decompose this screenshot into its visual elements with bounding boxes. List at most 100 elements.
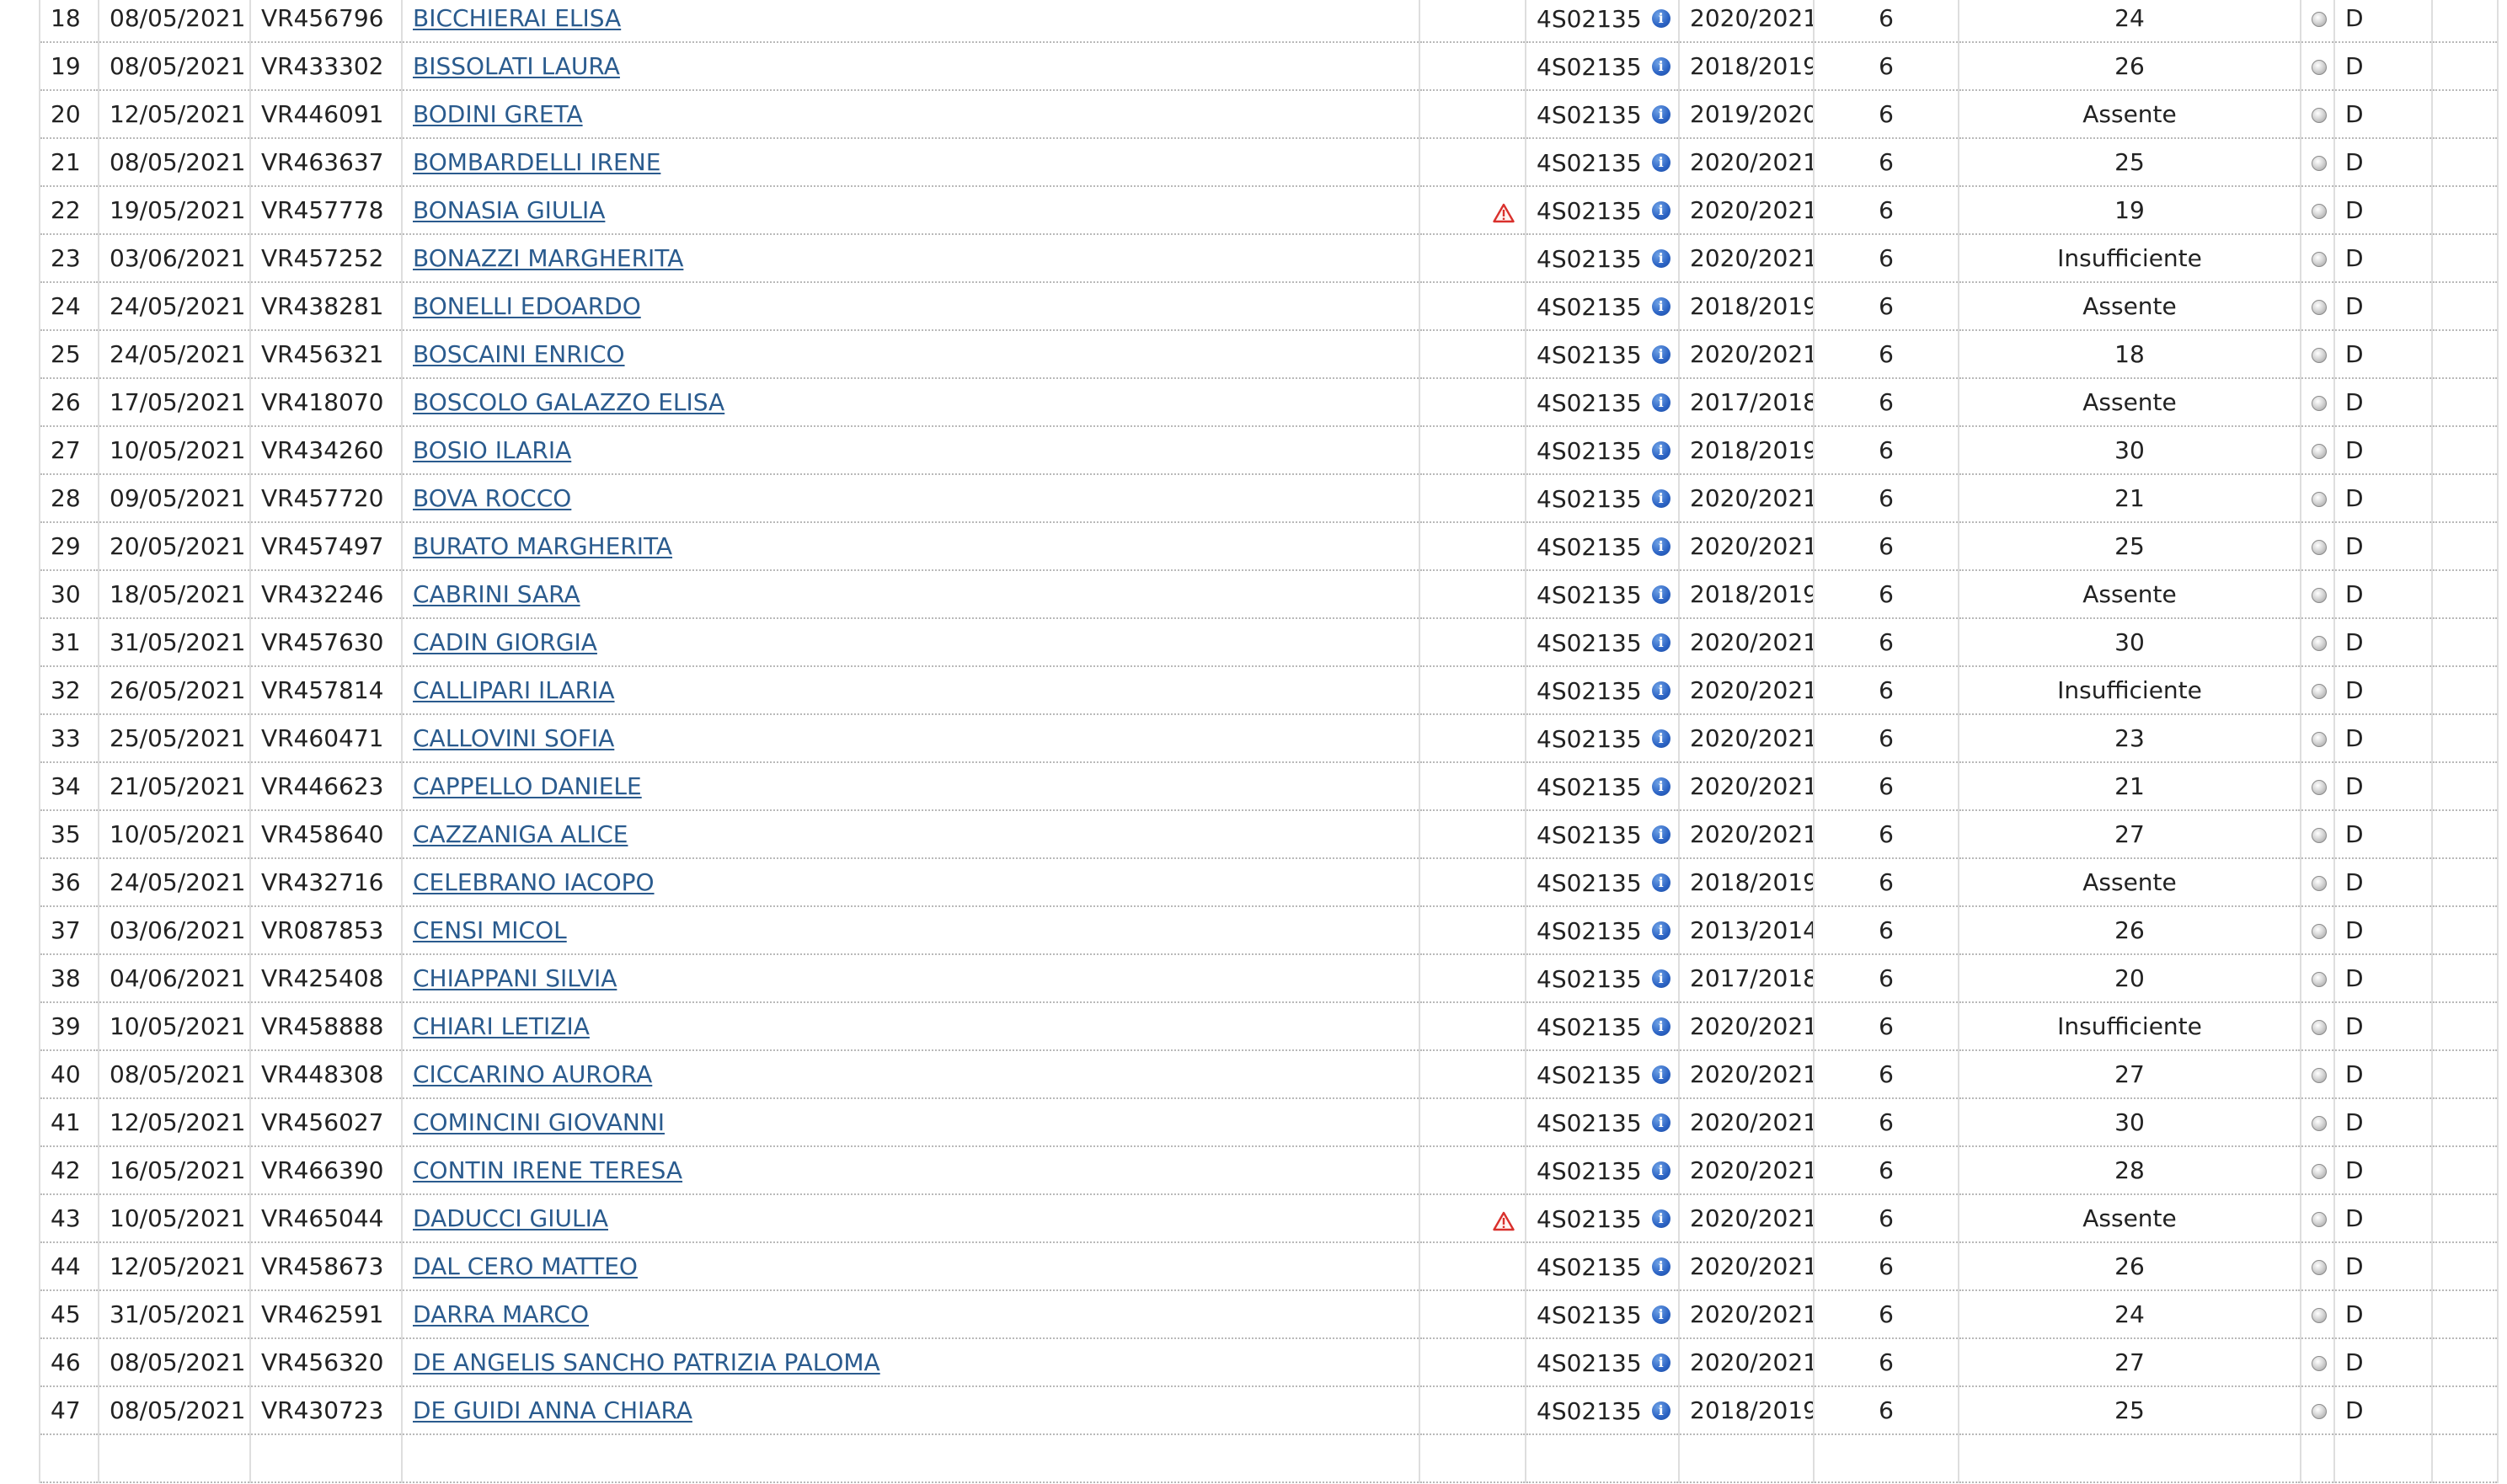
credits: 6 <box>1813 1241 1959 1291</box>
info-icon[interactable]: i <box>1651 1065 1670 1085</box>
radio-icon[interactable] <box>2312 60 2327 75</box>
info-icon[interactable]: i <box>1651 345 1670 365</box>
radio-icon[interactable] <box>2312 492 2327 507</box>
row-number: 38 <box>39 953 99 1003</box>
student-name-link[interactable]: BICCHIERAI ELISA <box>413 4 621 32</box>
student-name-link[interactable]: BONELLI EDOARDO <box>413 292 641 320</box>
warning-cell <box>1419 473 1526 523</box>
student-name-link[interactable]: CHIARI LETIZIA <box>413 1012 590 1040</box>
info-icon[interactable]: i <box>1651 777 1670 797</box>
student-name-link[interactable]: COMINCINI GIOVANNI <box>413 1108 665 1136</box>
table-row: 44 12/05/2021 VR458673 DAL CERO MATTEO 4… <box>39 1241 2499 1291</box>
student-name-link[interactable]: CABRINI SARA <box>413 580 580 608</box>
radio-icon[interactable] <box>2312 1404 2327 1419</box>
student-name-link[interactable]: BOSCOLO GALAZZO ELISA <box>413 388 724 416</box>
info-icon[interactable]: i <box>1651 1209 1670 1229</box>
radio-icon[interactable] <box>2312 972 2327 987</box>
info-icon[interactable]: i <box>1651 1113 1670 1133</box>
info-icon[interactable]: i <box>1651 825 1670 845</box>
info-icon[interactable]: i <box>1651 105 1670 125</box>
radio-icon[interactable] <box>2312 636 2327 651</box>
student-name-link[interactable]: CONTIN IRENE TERESA <box>413 1156 682 1184</box>
radio-icon[interactable] <box>2312 588 2327 603</box>
radio-icon[interactable] <box>2312 828 2327 843</box>
radio-icon[interactable] <box>2312 1356 2327 1371</box>
radio-icon[interactable] <box>2312 1164 2327 1179</box>
student-name-link[interactable]: CAZZANIGA ALICE <box>413 820 628 848</box>
info-icon[interactable]: i <box>1651 1305 1670 1325</box>
radio-icon[interactable] <box>2312 204 2327 219</box>
student-name-cell: DADUCCI GIULIA <box>401 1193 1420 1243</box>
info-icon[interactable]: i <box>1651 681 1670 701</box>
info-icon[interactable]: i <box>1651 153 1670 173</box>
student-name-link[interactable]: DADUCCI GIULIA <box>413 1204 608 1232</box>
info-icon[interactable]: i <box>1651 57 1670 77</box>
radio-icon[interactable] <box>2312 444 2327 459</box>
info-icon[interactable]: i <box>1651 1257 1670 1277</box>
student-name-link[interactable]: CICCARINO AURORA <box>413 1060 652 1088</box>
radio-icon[interactable] <box>2312 1260 2327 1275</box>
info-icon[interactable]: i <box>1651 1161 1670 1181</box>
extra-cell <box>2431 233 2499 283</box>
student-name-link[interactable]: BOVA ROCCO <box>413 484 571 512</box>
student-name-link[interactable]: CALLOVINI SOFIA <box>413 724 614 752</box>
student-name-link[interactable]: DAL CERO MATTEO <box>413 1252 638 1280</box>
radio-icon[interactable] <box>2312 684 2327 699</box>
info-icon[interactable]: i <box>1651 249 1670 269</box>
row-number: 21 <box>39 137 99 187</box>
radio-icon[interactable] <box>2312 1068 2327 1083</box>
student-name-link[interactable]: BOMBARDELLI IRENE <box>413 148 660 176</box>
radio-icon[interactable] <box>2312 108 2327 123</box>
student-name-link[interactable]: CHIAPPANI SILVIA <box>413 964 617 992</box>
info-icon[interactable]: i <box>1651 537 1670 557</box>
student-name-link[interactable]: BOSIO ILARIA <box>413 436 571 464</box>
info-icon[interactable]: i <box>1651 9 1670 29</box>
info-icon[interactable]: i <box>1651 441 1670 461</box>
info-icon[interactable]: i <box>1651 921 1670 941</box>
info-icon[interactable]: i <box>1651 1353 1670 1373</box>
student-name-link[interactable]: DE GUIDI ANNA CHIARA <box>413 1396 692 1424</box>
student-name-link[interactable]: BURATO MARGHERITA <box>413 532 672 560</box>
student-name-link[interactable]: DE ANGELIS SANCHO PATRIZIA PALOMA <box>413 1348 880 1376</box>
student-name-link[interactable]: BONAZZI MARGHERITA <box>413 244 683 272</box>
radio-icon[interactable] <box>2312 348 2327 363</box>
radio-icon[interactable] <box>2312 1020 2327 1035</box>
info-icon[interactable]: i <box>1651 633 1670 653</box>
radio-icon[interactable] <box>2312 732 2327 747</box>
radio-icon[interactable] <box>2312 780 2327 795</box>
info-icon[interactable]: i <box>1651 873 1670 893</box>
student-name-link[interactable]: CELEBRANO IACOPO <box>413 868 655 896</box>
radio-icon[interactable] <box>2312 12 2327 27</box>
radio-icon[interactable] <box>2312 1212 2327 1227</box>
student-name-link[interactable]: BISSOLATI LAURA <box>413 52 620 80</box>
radio-icon[interactable] <box>2312 1116 2327 1131</box>
radio-icon[interactable] <box>2312 252 2327 267</box>
course-code: 4S02135 <box>1537 916 1642 945</box>
radio-icon[interactable] <box>2312 396 2327 411</box>
student-name-link[interactable]: BOSCAINI ENRICO <box>413 340 625 368</box>
info-icon[interactable]: i <box>1651 297 1670 317</box>
radio-icon[interactable] <box>2312 300 2327 315</box>
info-icon[interactable]: i <box>1651 1017 1670 1037</box>
radio-icon[interactable] <box>2312 876 2327 891</box>
student-name-link[interactable]: CENSI MICOL <box>413 916 567 944</box>
info-icon[interactable]: i <box>1651 201 1670 221</box>
extra-cell <box>2431 1193 2499 1243</box>
info-icon[interactable]: i <box>1651 969 1670 989</box>
info-icon[interactable]: i <box>1651 1401 1670 1421</box>
student-name-link[interactable]: CAPPELLO DANIELE <box>413 772 642 800</box>
radio-icon[interactable] <box>2312 540 2327 555</box>
table-row: 40 08/05/2021 VR448308 CICCARINO AURORA … <box>39 1049 2499 1099</box>
info-icon[interactable]: i <box>1651 585 1670 605</box>
info-icon[interactable]: i <box>1651 729 1670 749</box>
student-name-link[interactable]: DARRA MARCO <box>413 1300 589 1328</box>
student-name-link[interactable]: CADIN GIORGIA <box>413 628 597 656</box>
radio-icon[interactable] <box>2312 156 2327 171</box>
student-name-link[interactable]: CALLIPARI ILARIA <box>413 676 615 704</box>
radio-icon[interactable] <box>2312 1308 2327 1323</box>
info-icon[interactable]: i <box>1651 489 1670 509</box>
student-name-link[interactable]: BONASIA GIULIA <box>413 196 605 224</box>
info-icon[interactable]: i <box>1651 393 1670 413</box>
student-name-link[interactable]: BODINI GRETA <box>413 100 583 128</box>
radio-icon[interactable] <box>2312 924 2327 939</box>
